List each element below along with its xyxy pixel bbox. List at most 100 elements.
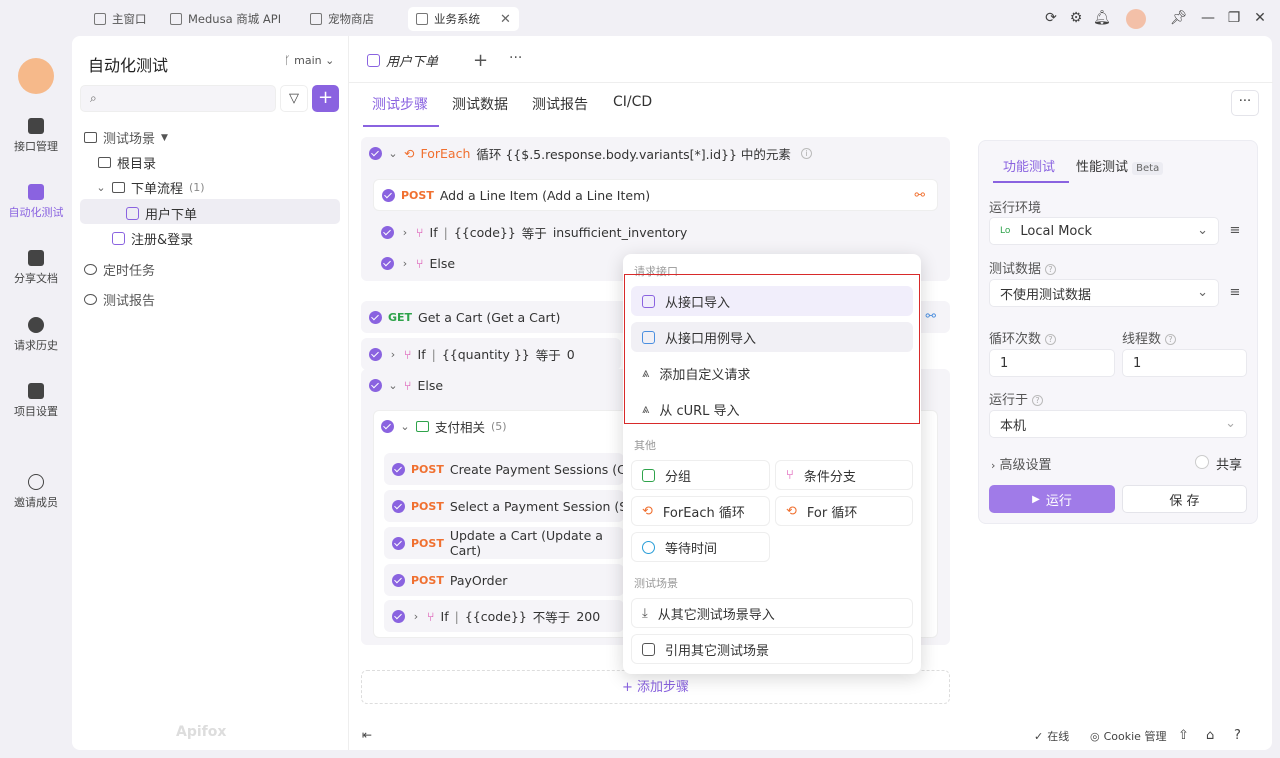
link-icon[interactable]: ⚯ — [926, 308, 936, 323]
subtab-reports[interactable]: 测试报告 — [532, 94, 588, 114]
runon-select[interactable]: 本机 ⌄ — [989, 410, 1247, 438]
chevron-right-icon[interactable]: › — [388, 348, 398, 361]
link-icon[interactable]: ⚯ — [915, 187, 925, 202]
chevron-right-icon[interactable]: › — [400, 257, 410, 270]
branch-select[interactable]: ᚴ main ⌄ — [284, 54, 334, 67]
help-icon[interactable]: ? — [1234, 728, 1241, 743]
avatar[interactable] — [1126, 9, 1146, 29]
env-menu-icon[interactable]: ≡ — [1223, 217, 1247, 245]
menu-custom-request[interactable]: ⩓ 添加自定义请求 — [631, 358, 913, 388]
foreach-step[interactable]: ⌄ ⟲ ForEach 循环 {{$.5.response.body.varia… — [361, 137, 950, 169]
chevron-down-icon[interactable]: ⌄ — [388, 147, 398, 160]
step-checkbox[interactable] — [392, 573, 405, 587]
nav-project-settings[interactable]: 项目设置 — [0, 383, 72, 419]
step-checkbox[interactable] — [369, 378, 382, 392]
pin-icon[interactable]: 📌︎ — [1170, 10, 1188, 26]
step-checkbox[interactable] — [381, 256, 394, 270]
menu-condition-branch[interactable]: ⑂ 条件分支 — [775, 460, 913, 490]
tree-timed-tasks[interactable]: 定时任务 — [84, 260, 155, 279]
add-button[interactable]: + — [312, 85, 339, 112]
collapse-sidebar-icon[interactable]: ⇤ — [362, 728, 372, 742]
step-else-2[interactable]: ⌄ ⑂ Else — [361, 369, 621, 401]
nav-api-management[interactable]: 接口管理 — [0, 118, 72, 154]
window-tab-petstore[interactable]: 宠物商店 — [302, 7, 382, 31]
upload-icon[interactable]: ⇧ — [1178, 728, 1189, 743]
nav-invite[interactable]: 邀请成员 — [0, 474, 72, 510]
nav-share-docs[interactable]: 分享文档 — [0, 250, 72, 286]
tree-item-register[interactable]: 注册&登录 — [112, 229, 193, 248]
step-update-cart[interactable]: POST Update a Cart (Update a Cart) — [384, 527, 624, 559]
menu-wait-time[interactable]: 等待时间 — [631, 532, 770, 562]
step-if-inventory[interactable]: › ⑂ If | {{code}} 等于 insufficient_inventory — [373, 216, 938, 248]
nav-history[interactable]: 请求历史 — [0, 317, 72, 353]
step-checkbox[interactable] — [382, 188, 395, 202]
step-checkbox[interactable] — [369, 310, 382, 324]
advanced-settings[interactable]: › 高级设置 — [991, 454, 1052, 473]
share-checkbox[interactable] — [1195, 455, 1209, 469]
step-if-quantity[interactable]: › ⑂ If | {{quantity }} 等于 0 — [361, 338, 621, 370]
step-checkbox[interactable] — [392, 609, 405, 623]
add-step-button[interactable]: + 添加步骤 — [361, 670, 950, 704]
test-data-select[interactable]: 不使用测试数据 ⌄ — [989, 279, 1219, 307]
menu-import-from-api[interactable]: 从接口导入 — [631, 286, 913, 316]
threads-input[interactable]: 1 — [1122, 349, 1247, 377]
save-button[interactable]: 保 存 — [1122, 485, 1247, 513]
chevron-right-icon[interactable]: › — [411, 610, 421, 623]
settings-icon[interactable]: ⚙ — [1068, 10, 1084, 26]
data-menu-icon[interactable]: ≡ — [1223, 279, 1247, 307]
chevron-down-icon[interactable]: ⌄ — [400, 420, 410, 433]
loop-count-input[interactable]: 1 — [989, 349, 1115, 377]
step-group-payment[interactable]: ⌄ 支付相关 (5) — [373, 410, 623, 442]
bell-icon[interactable]: 🔔︎ — [1093, 10, 1111, 26]
new-tab-button[interactable]: + — [473, 50, 488, 71]
tree-root[interactable]: 根目录 — [98, 153, 156, 172]
step-checkbox[interactable] — [392, 462, 405, 476]
tree-item-user-order[interactable]: 用户下单 — [126, 204, 197, 223]
step-checkbox[interactable] — [369, 146, 382, 160]
online-status[interactable]: ✓ 在线 — [1034, 728, 1069, 744]
tree-section-scenarios[interactable]: 测试场景 ▼ — [84, 128, 168, 147]
subtab-cicd[interactable]: CI/CD — [613, 94, 652, 110]
menu-import-curl[interactable]: ⩓ 从 cURL 导入 — [631, 394, 913, 424]
step-checkbox[interactable] — [392, 499, 405, 513]
step-checkbox[interactable] — [392, 536, 405, 550]
window-tab-medusa[interactable]: Medusa 商城 API — [162, 7, 289, 31]
step-checkbox[interactable] — [381, 225, 394, 239]
nav-automation[interactable]: 自动化测试 — [0, 184, 72, 220]
tree-test-reports[interactable]: 测试报告 — [84, 290, 155, 309]
menu-reference-scenario[interactable]: 引用其它测试场景 — [631, 634, 913, 664]
step-add-line-item[interactable]: POST Add a Line Item (Add a Line Item) ⚯ — [373, 179, 938, 211]
chevron-right-icon[interactable]: › — [400, 226, 410, 239]
menu-foreach-loop[interactable]: ⟲ ForEach 循环 — [631, 496, 770, 526]
editor-more-button[interactable]: ··· — [1231, 90, 1259, 116]
menu-for-loop[interactable]: ⟲ For 循环 — [775, 496, 913, 526]
close-tab-icon[interactable]: ✕ — [500, 12, 511, 27]
cookie-manager[interactable]: ◎ Cookie 管理 — [1090, 728, 1166, 744]
step-if-code[interactable]: › ⑂ If | {{code}} 不等于 200 — [384, 600, 624, 632]
subtab-data[interactable]: 测试数据 — [452, 94, 508, 114]
tab-performance-test[interactable]: 性能测试 Beta — [1076, 156, 1164, 175]
maximize-icon[interactable]: ❐ — [1226, 10, 1242, 26]
subtab-steps[interactable]: 测试步骤 — [372, 94, 428, 114]
menu-import-from-case[interactable]: 从接口用例导入 — [631, 322, 913, 352]
window-tab-main[interactable]: 主窗口 — [86, 7, 155, 31]
refresh-icon[interactable]: ⟳ — [1043, 10, 1059, 26]
step-create-payment-sessions[interactable]: POSTCreate Payment Sessions (Create P — [384, 453, 624, 485]
filter-button[interactable]: ▽ — [280, 85, 308, 112]
step-select-payment-session[interactable]: POSTSelect a Payment Session (Select a — [384, 490, 624, 522]
close-window-icon[interactable]: ✕ — [1252, 10, 1268, 26]
tree-folder-order[interactable]: ⌄ 下单流程 (1) — [96, 178, 204, 197]
menu-import-scenario[interactable]: ⤓ 从其它测试场景导入 — [631, 598, 913, 628]
run-button[interactable]: ▶ 运行 — [989, 485, 1115, 513]
step-checkbox[interactable] — [381, 419, 394, 433]
tab-functional-test[interactable]: 功能测试 — [1003, 156, 1055, 175]
env-select[interactable]: Lo Local Mock ⌄ — [989, 217, 1219, 245]
search-input[interactable]: ⌕ — [80, 85, 276, 112]
step-else-1[interactable]: › ⑂ Else — [373, 247, 623, 279]
window-tab-business[interactable]: 业务系统 ✕ — [408, 7, 519, 31]
step-pay-order[interactable]: POST PayOrder — [384, 564, 624, 596]
minimize-icon[interactable]: — — [1200, 10, 1216, 26]
shirt-icon[interactable]: ⌂ — [1206, 728, 1214, 743]
menu-group[interactable]: 分组 — [631, 460, 770, 490]
chevron-down-icon[interactable]: ⌄ — [388, 379, 398, 392]
